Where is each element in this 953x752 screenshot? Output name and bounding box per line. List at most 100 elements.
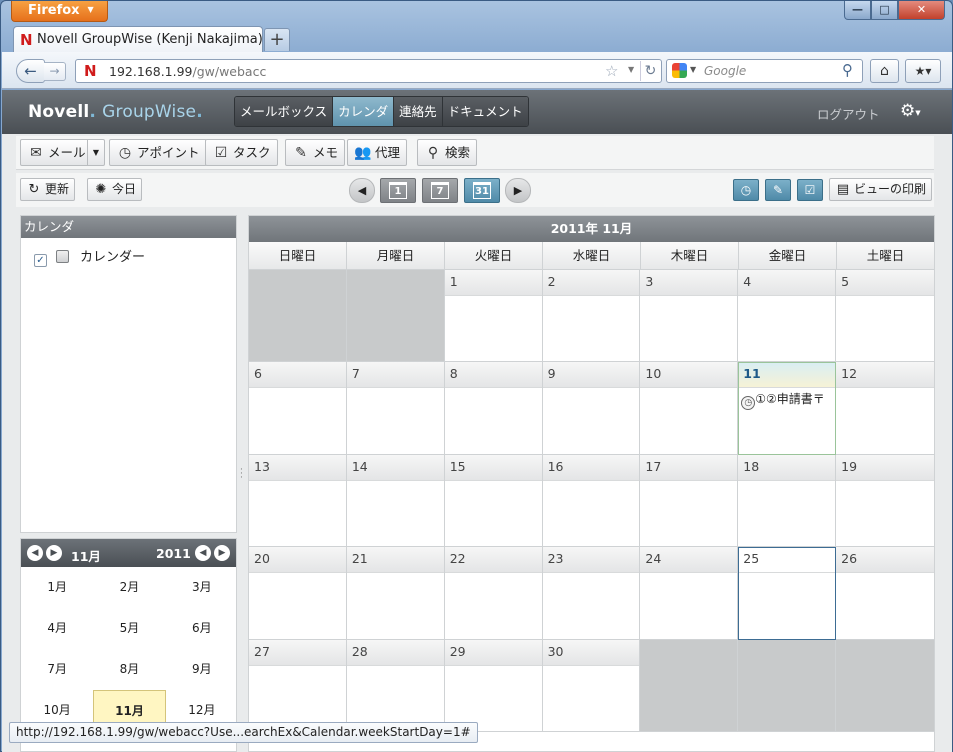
google-icon[interactable] — [672, 63, 687, 78]
week-view-button[interactable]: 7 — [422, 178, 458, 203]
day-number[interactable]: 20 — [249, 547, 346, 574]
day-cell[interactable]: 12 — [836, 362, 934, 455]
tab-contacts[interactable]: 連絡先 — [394, 97, 443, 126]
day-cell[interactable]: 24 — [640, 547, 739, 640]
day-number[interactable]: 1 — [444, 270, 542, 296]
print-view-button[interactable]: ▤ ビューの印刷 — [829, 178, 933, 201]
day-cell[interactable]: 21 — [346, 547, 445, 640]
panel-splitter-handle[interactable]: · · · — [240, 466, 244, 483]
chevron-down-icon[interactable]: ▼ — [87, 140, 104, 165]
day-number[interactable]: 25 — [738, 547, 836, 574]
search-bar[interactable]: ▼ Google ⚲ — [666, 59, 863, 83]
day-number[interactable]: 10 — [640, 362, 738, 389]
day-cell[interactable]: 14 — [346, 454, 445, 548]
day-cell[interactable]: 30 — [542, 639, 641, 732]
settings-gear-icon[interactable]: ⚙▼ — [900, 101, 921, 121]
day-cell[interactable]: 20 — [249, 547, 347, 640]
day-number[interactable]: 22 — [444, 547, 542, 574]
day-number[interactable]: 2 — [542, 270, 640, 296]
day-number[interactable]: 13 — [249, 454, 346, 481]
today-button[interactable]: ✺ 今日 — [87, 178, 143, 201]
mini-month-cell[interactable]: 5月 — [93, 608, 165, 649]
day-cell[interactable]: 19 — [836, 454, 934, 548]
day-cell[interactable]: 17 — [640, 454, 739, 548]
refresh-button[interactable]: ↻ 更新 — [20, 178, 76, 201]
day-number[interactable]: 9 — [542, 362, 640, 389]
day-number[interactable]: 18 — [738, 454, 836, 481]
mini-next-month-icon[interactable]: ▶ — [46, 545, 62, 561]
appointment-item[interactable]: ◷ ①②申請書〒 — [738, 388, 835, 411]
day-number[interactable]: 5 — [836, 270, 934, 296]
day-number[interactable]: 30 — [542, 639, 640, 666]
url-bar[interactable]: N 192.168.1.99/gw/webacc ☆ ▼ ↻ — [75, 59, 662, 83]
day-cell[interactable]: 18 — [738, 454, 837, 548]
logout-link[interactable]: ログアウト — [817, 104, 880, 123]
month-view-button[interactable]: 31 — [464, 178, 500, 203]
day-number[interactable]: 15 — [444, 454, 542, 481]
mini-prev-month-icon[interactable]: ◀ — [27, 545, 43, 561]
mini-month-cell[interactable]: 3月 — [166, 567, 238, 608]
new-mail-button[interactable]: ✉ メール ▼ — [20, 139, 105, 166]
tab-calendar[interactable]: カレンダ — [333, 97, 395, 126]
day-cell[interactable]: 5 — [836, 270, 934, 363]
bookmarks-button[interactable]: ★▾ — [905, 59, 941, 83]
day-cell[interactable]: 2 — [542, 270, 641, 363]
day-number[interactable]: 21 — [346, 547, 444, 574]
day-number[interactable]: 19 — [836, 454, 934, 481]
day-number[interactable]: 23 — [542, 547, 640, 574]
tab-documents[interactable]: ドキュメント — [442, 97, 528, 126]
day-number[interactable]: 3 — [640, 270, 738, 296]
url-dropdown-icon[interactable]: ▼ — [628, 65, 634, 74]
day-number[interactable]: 28 — [346, 639, 444, 666]
search-magnifier-icon[interactable]: ⚲ — [842, 61, 853, 79]
day-cell[interactable]: 1 — [444, 270, 543, 363]
day-cell[interactable]: 7 — [346, 362, 445, 455]
search-button[interactable]: ⚲ 検索 — [417, 139, 478, 166]
day-cell[interactable]: 26 — [836, 547, 934, 640]
day-cell[interactable]: 23 — [542, 547, 641, 640]
next-period-button[interactable]: ▶ — [505, 178, 531, 203]
day-number[interactable]: 16 — [542, 454, 640, 481]
day-cell[interactable]: 25 — [738, 547, 837, 640]
new-memo-quick-button[interactable]: ✎ — [765, 179, 791, 201]
mini-prev-year-icon[interactable]: ◀ — [195, 545, 211, 561]
day-number[interactable]: 7 — [346, 362, 444, 389]
day-cell[interactable]: 6 — [249, 362, 347, 455]
day-cell[interactable]: 9 — [542, 362, 641, 455]
back-button[interactable]: ← — [16, 59, 45, 83]
day-number[interactable]: 6 — [249, 362, 346, 389]
day-cell[interactable]: 28 — [346, 639, 445, 732]
calendar-color-swatch[interactable] — [56, 250, 69, 263]
proxy-button[interactable]: 👥 代理 — [347, 139, 408, 166]
day-number[interactable]: 17 — [640, 454, 738, 481]
new-appointment-quick-button[interactable]: ◷ — [733, 179, 759, 201]
firefox-menu-button[interactable]: Firefox ▼ — [11, 1, 108, 22]
new-appointment-button[interactable]: ◷ アポイント — [109, 139, 207, 166]
day-view-button[interactable]: 1 — [380, 178, 416, 203]
day-cell[interactable]: 15 — [444, 454, 543, 548]
day-cell[interactable]: 10 — [640, 362, 739, 455]
mini-month-cell[interactable]: 4月 — [21, 608, 93, 649]
new-task-button[interactable]: ☑ タスク — [205, 139, 278, 166]
mini-month-cell[interactable]: 2月 — [93, 567, 165, 608]
day-cell[interactable]: 4 — [738, 270, 837, 363]
day-number[interactable]: 29 — [444, 639, 542, 666]
bookmark-star-icon[interactable]: ☆ — [605, 62, 618, 80]
calendar-list-item[interactable]: ✓ カレンダー — [34, 246, 145, 267]
new-tab-button[interactable]: + — [264, 28, 290, 51]
browser-tab[interactable]: N Novell GroupWise (Kenji Nakajima) — [13, 26, 263, 53]
day-number[interactable]: 26 — [836, 547, 934, 574]
mini-month-cell[interactable]: 8月 — [93, 649, 165, 690]
close-window-button[interactable]: ✕ — [898, 1, 945, 20]
new-task-quick-button[interactable]: ☑ — [797, 179, 823, 201]
forward-button[interactable]: → — [44, 62, 66, 81]
day-number[interactable]: 11 — [738, 362, 836, 389]
mini-month-cell[interactable]: 1月 — [21, 567, 93, 608]
calendar-visible-checkbox[interactable]: ✓ — [34, 254, 47, 267]
day-cell[interactable]: 27 — [249, 639, 347, 732]
day-number[interactable]: 8 — [444, 362, 542, 389]
search-engine-dropdown-icon[interactable]: ▼ — [690, 65, 696, 74]
tab-mailbox[interactable]: メールボックス — [235, 97, 334, 126]
day-number[interactable]: 4 — [738, 270, 836, 296]
previous-period-button[interactable]: ◀ — [349, 178, 375, 203]
